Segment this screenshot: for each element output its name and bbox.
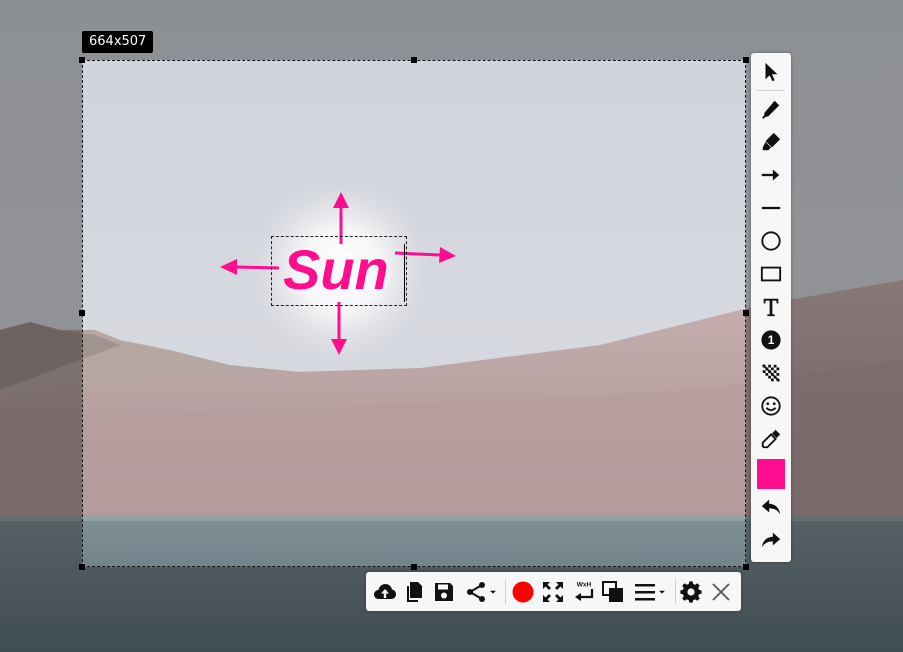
share-icon [467, 581, 485, 602]
smiley-icon [761, 396, 781, 416]
copy-button[interactable] [401, 578, 427, 605]
resize-handle-top[interactable] [411, 57, 417, 63]
resize-wxh-icon: WxH [575, 581, 594, 601]
color-picker-tool-button[interactable] [757, 425, 785, 453]
floppy-disk-icon [435, 582, 453, 601]
close-button[interactable] [708, 578, 734, 605]
counter-tool-button[interactable]: 1 [757, 326, 785, 354]
text-tool-button[interactable] [757, 293, 785, 321]
hamburger-menu-icon [635, 583, 655, 600]
emoji-tool-button[interactable] [757, 392, 785, 420]
circle-icon [761, 231, 781, 251]
pen-icon [762, 100, 780, 119]
dropdown-caret-icon [490, 590, 496, 594]
select-tool-button[interactable] [757, 58, 785, 86]
rectangle-tool-button[interactable] [757, 260, 785, 288]
menu-button[interactable] [630, 578, 670, 605]
toolbar-divider [757, 90, 785, 91]
undo-icon [761, 499, 781, 515]
dropdown-caret-icon [659, 590, 665, 594]
record-button[interactable] [510, 578, 536, 605]
pen-tool-button[interactable] [757, 95, 785, 123]
resize-handle-right[interactable] [743, 310, 749, 316]
rectangle-icon [760, 266, 782, 282]
pin-button[interactable] [600, 578, 626, 605]
cloud-upload-icon [374, 583, 396, 599]
save-button[interactable] [431, 578, 457, 605]
pixelate-icon [762, 364, 780, 382]
redo-icon [761, 532, 781, 548]
selection-size-badge: 664x507 [82, 31, 154, 53]
line-icon [761, 206, 781, 210]
resize-button[interactable]: WxH [570, 578, 598, 605]
resize-handle-bottom[interactable] [411, 564, 417, 570]
current-color-swatch[interactable] [757, 459, 785, 489]
expand-icon [543, 581, 563, 602]
line-tool-button[interactable] [757, 194, 785, 222]
annotation-toolbar: 1 [751, 53, 791, 562]
redo-button[interactable] [757, 526, 785, 554]
text-caret [404, 244, 405, 302]
resize-handle-bottom-right[interactable] [743, 564, 749, 570]
highlighter-icon [762, 132, 781, 151]
close-icon [712, 582, 730, 601]
resize-handle-top-right[interactable] [743, 57, 749, 63]
actions-toolbar: WxH [366, 572, 741, 611]
toolbar-divider [675, 579, 676, 604]
numbered-marker-icon: 1 [761, 330, 781, 350]
resize-handle-left[interactable] [79, 310, 85, 316]
share-button[interactable] [462, 578, 500, 605]
toolbar-divider [505, 579, 506, 604]
ellipse-tool-button[interactable] [757, 227, 785, 255]
dim-overlay-left [0, 60, 82, 567]
text-T-icon [763, 298, 779, 317]
record-icon [512, 581, 534, 602]
arrow-right-icon [761, 169, 780, 181]
settings-button[interactable] [678, 578, 704, 605]
copy-icon [407, 581, 422, 602]
resize-handle-top-left[interactable] [79, 57, 85, 63]
fullscreen-button[interactable] [540, 578, 566, 605]
text-annotation[interactable]: Sun [283, 238, 389, 302]
pin-copies-icon [602, 580, 623, 602]
arrow-tool-button[interactable] [757, 161, 785, 189]
eyedropper-icon [761, 429, 781, 449]
marker-tool-button[interactable] [757, 128, 785, 156]
cursor-arrow-icon [765, 62, 778, 82]
svg-text:1: 1 [768, 333, 775, 347]
upload-button[interactable] [372, 578, 398, 605]
resize-handle-bottom-left[interactable] [79, 564, 85, 570]
svg-text:WxH: WxH [577, 581, 592, 588]
gear-icon [680, 580, 702, 603]
undo-button[interactable] [757, 493, 785, 521]
blur-tool-button[interactable] [757, 359, 785, 387]
